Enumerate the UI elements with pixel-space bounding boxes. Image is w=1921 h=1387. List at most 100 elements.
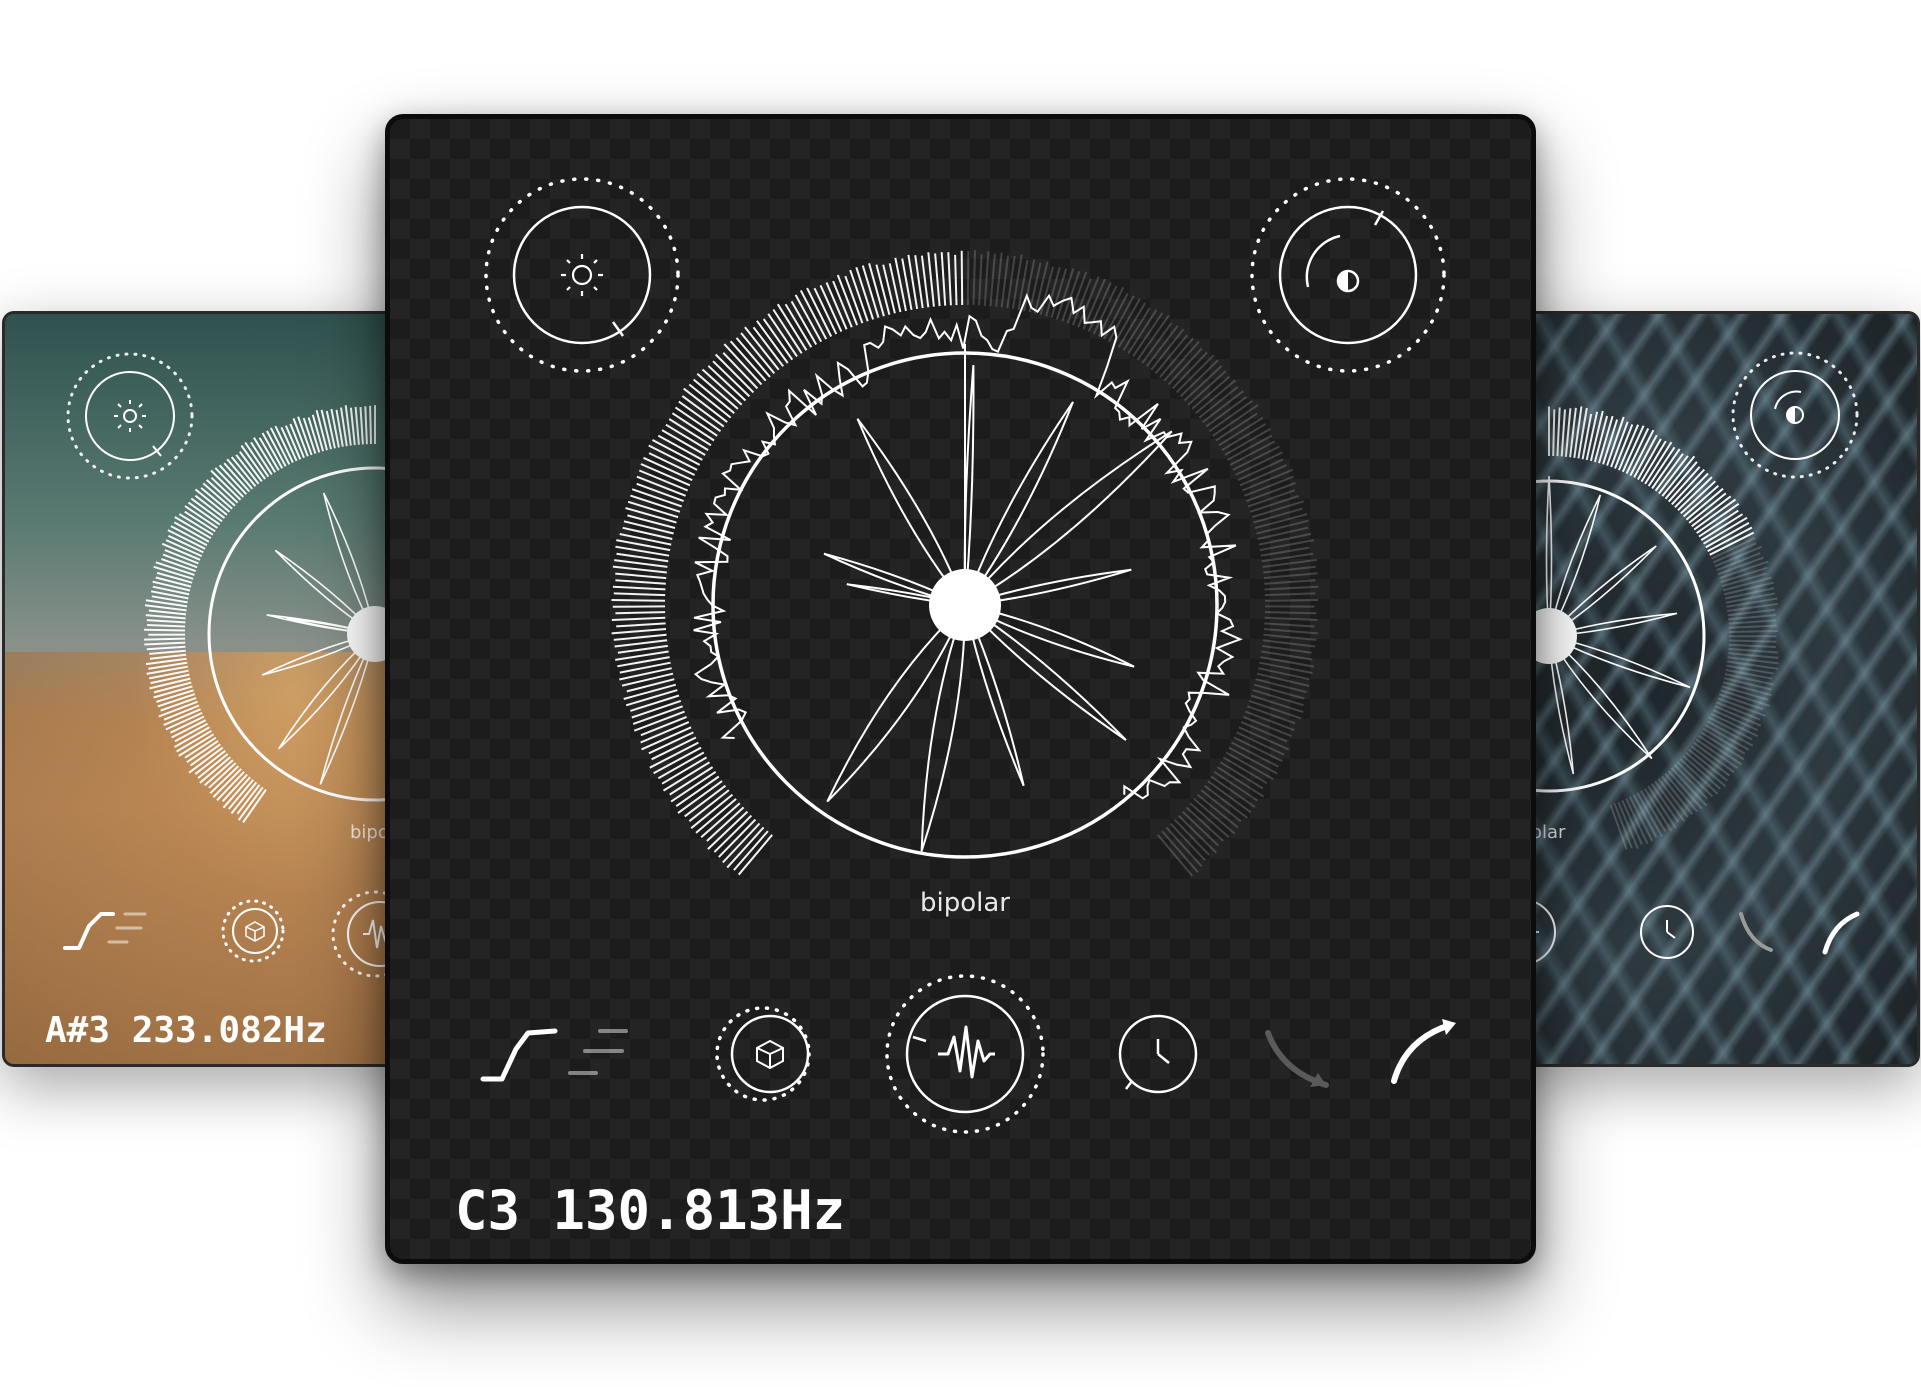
spectrum-tick	[611, 628, 667, 635]
left-visualizer: bipo	[63, 352, 419, 978]
spectrum-tick	[266, 430, 287, 467]
spectrum-tick	[678, 400, 722, 433]
dash-lines-icon[interactable]	[568, 1029, 628, 1075]
spectrum-tick	[621, 672, 674, 687]
spectrum-tick	[1728, 619, 1776, 625]
spectrum-tick	[145, 614, 186, 620]
spectrum-tick	[258, 437, 280, 471]
spectrum-tick	[722, 352, 759, 390]
spectrum-tick	[1117, 302, 1147, 348]
spectrum-tick	[1556, 407, 1561, 457]
spectrum-tick	[920, 255, 930, 308]
spectrum-tick	[875, 264, 891, 315]
left-waveform-petals	[261, 492, 376, 785]
spectrum-tick	[147, 624, 186, 628]
spectrum-tick	[1045, 267, 1061, 317]
spectrum-tick	[1264, 611, 1317, 615]
spectrum-tick	[1198, 386, 1239, 419]
spectrum-tick	[1218, 416, 1264, 447]
staircase-icon[interactable]	[480, 1028, 558, 1082]
left-brand-label: bipo	[350, 822, 389, 843]
curve-up-icon[interactable]	[1391, 1022, 1453, 1084]
main-visualizer-panel: bipolar C3 130.813Hz	[385, 114, 1536, 1264]
dash-lines-icon	[107, 912, 147, 944]
spectrum-tick	[614, 559, 668, 568]
brand-label: bipolar	[920, 888, 1010, 918]
spectrum-tick	[149, 649, 186, 655]
sun-icon	[561, 254, 603, 296]
spectrum-tick	[1141, 322, 1173, 364]
spectrum-tick	[668, 418, 712, 447]
spectrum-tick	[657, 751, 705, 780]
clock-icon	[1666, 920, 1676, 939]
spectrum-tick	[1154, 334, 1188, 375]
spectrum-tick	[662, 761, 711, 792]
spectrum-tick	[652, 439, 701, 466]
left-note-readout: A#3 233.082Hz	[45, 1010, 327, 1051]
spectrum-tick	[653, 746, 702, 775]
spectrum-tick	[674, 406, 718, 437]
note-readout: C3 130.813Hz	[455, 1179, 846, 1242]
spectrum-tick	[752, 326, 784, 367]
curve-down-icon	[1739, 912, 1773, 952]
spectrum-tick	[611, 616, 666, 621]
spectrum-tick	[1107, 295, 1135, 343]
spectrum-tick	[1264, 585, 1319, 591]
spectrum-tick	[669, 766, 714, 796]
spectrum-tick	[1264, 579, 1316, 585]
spectrum-tick	[784, 303, 813, 348]
spectrum-tick	[688, 789, 730, 822]
spectrum-tick	[210, 469, 242, 501]
spectrum-tick	[1263, 633, 1317, 641]
spectrum-tick	[794, 294, 823, 343]
preview-panel-abstract: olar	[1500, 311, 1920, 1067]
contrast-dial[interactable]	[1250, 177, 1446, 373]
spectrum-tick	[1688, 492, 1727, 524]
spectrum-tick	[989, 253, 996, 307]
spectrum-tick	[1215, 412, 1258, 442]
spectrum-tick	[1728, 630, 1779, 633]
spectrum-tick	[627, 514, 676, 529]
spectrum-tick	[934, 253, 941, 307]
spectrum-tick	[927, 252, 935, 307]
spectrum-tick	[146, 619, 186, 624]
spectrum-tick	[1173, 818, 1210, 856]
cube-dial[interactable]	[715, 1006, 811, 1102]
spectrum-tick	[1253, 683, 1305, 700]
spectrum-tick	[1224, 427, 1271, 456]
spectrum-tick	[613, 633, 667, 641]
spectrum-tick	[1725, 592, 1775, 604]
spectrum-tick	[184, 510, 216, 533]
spectrum-tick	[995, 252, 1003, 307]
waveform-dial[interactable]	[885, 974, 1045, 1134]
spectrum-tick	[940, 252, 947, 306]
spectrum-tick	[1254, 513, 1308, 529]
spectrum-tick	[1728, 614, 1776, 621]
spectrum-tick	[167, 529, 206, 550]
spectrum-tick	[972, 250, 976, 306]
brightness-dial[interactable]	[484, 177, 680, 373]
spectrum-tick	[1200, 789, 1242, 823]
spectrum-tick	[1264, 616, 1318, 621]
spectrum-tick	[1264, 592, 1316, 597]
spectrum-tick	[369, 405, 372, 445]
spectrum-tick	[1264, 622, 1315, 628]
spectrum-tick	[349, 407, 356, 446]
spectrum-tick	[978, 254, 983, 306]
spectrum-tick	[1264, 599, 1319, 602]
clock-dial[interactable]	[1118, 1014, 1198, 1094]
spectrum-tick	[1181, 810, 1219, 847]
spectrum-tick	[354, 406, 360, 445]
spectrum-tick	[799, 289, 828, 340]
spectrum-tick	[1222, 756, 1268, 785]
spectrum-tick	[170, 525, 208, 547]
spectrum-tick	[146, 645, 186, 651]
clock-icon	[1156, 1039, 1170, 1064]
spectrum-tick	[960, 250, 964, 306]
spectrum-tick	[1219, 761, 1264, 790]
spectrum-tick	[661, 429, 706, 456]
spectrum-tick	[364, 406, 368, 445]
spectrum-tick	[806, 287, 833, 337]
contrast-icon	[1786, 406, 1804, 424]
spectrum-tick	[184, 736, 217, 759]
